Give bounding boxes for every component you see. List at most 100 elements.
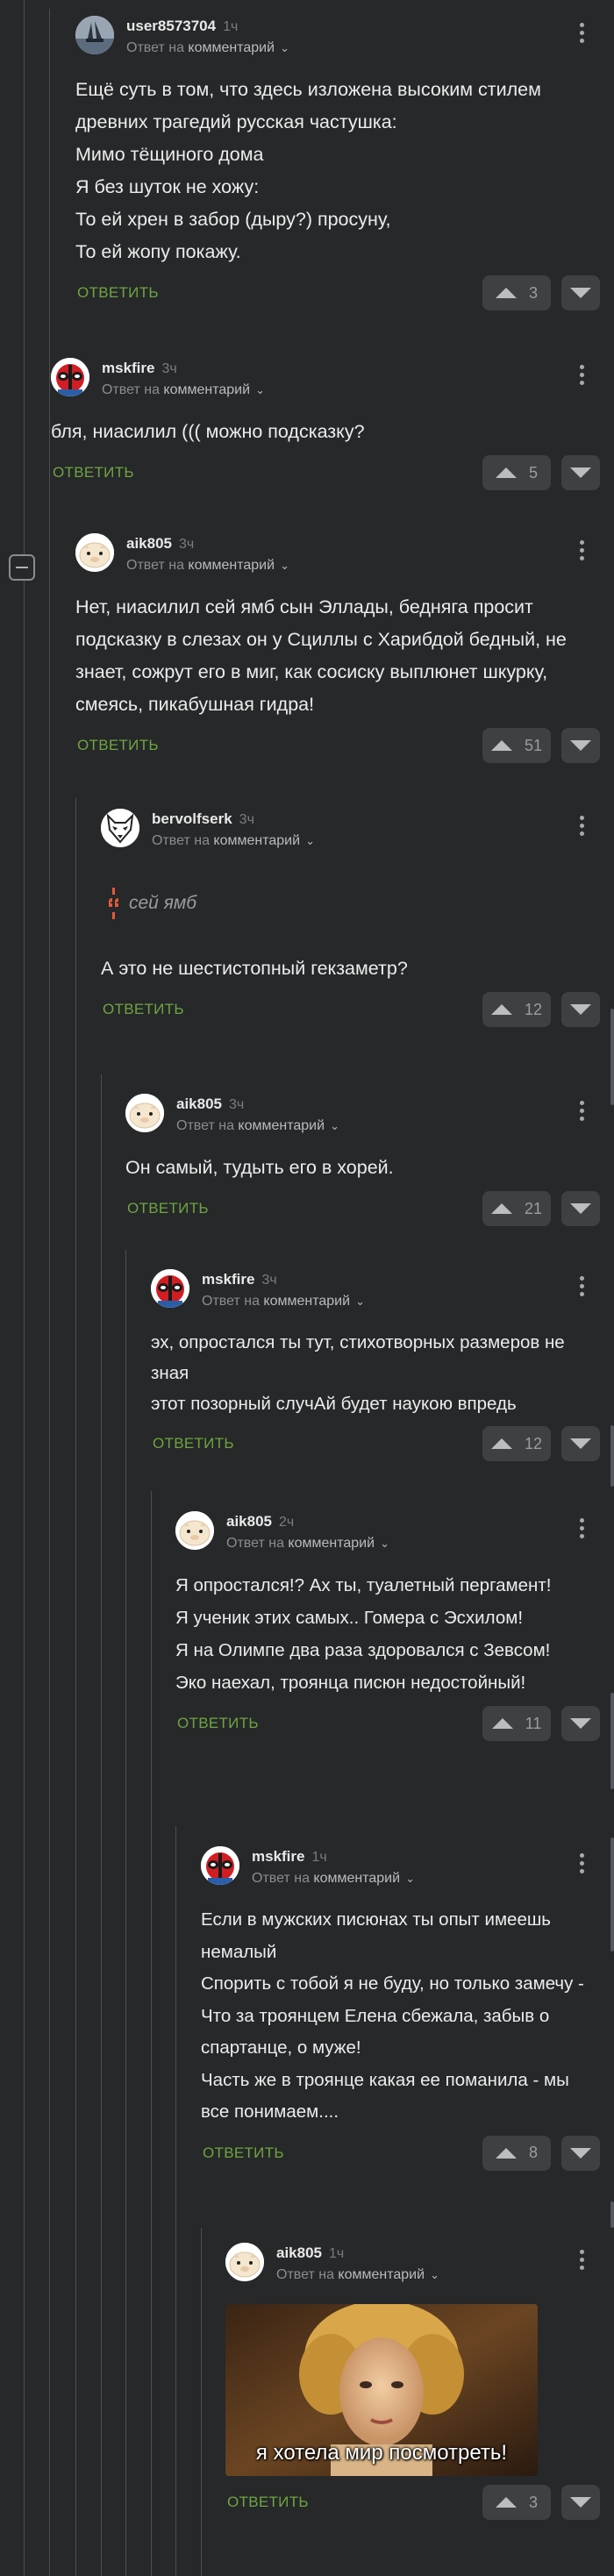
thread-line: [24, 0, 25, 2576]
arrow-down-icon: [570, 2497, 591, 2508]
reply-button[interactable]: ОТВЕТИТЬ: [77, 737, 159, 754]
downvote-button[interactable]: [561, 1426, 600, 1461]
arrow-up-icon: [490, 1203, 512, 1214]
upvote-button[interactable]: 5: [482, 455, 551, 490]
reply-button[interactable]: ОТВЕТИТЬ: [177, 1715, 259, 1732]
more-options-icon[interactable]: [579, 540, 584, 560]
scrollbar[interactable]: [610, 1425, 614, 1487]
reply-button[interactable]: ОТВЕТИТЬ: [153, 1435, 234, 1452]
more-options-icon[interactable]: [579, 1101, 584, 1121]
comment: aik805 2ч Ответ на комментарий ⌄ Я опроста…: [175, 1511, 600, 1743]
comment-text: А это не шестистопный гекзаметр?: [101, 958, 408, 979]
upvote-button[interactable]: 21: [482, 1191, 551, 1226]
timestamp: 3ч: [179, 537, 195, 552]
avatar[interactable]: [175, 1511, 214, 1550]
avatar[interactable]: [225, 2243, 264, 2281]
downvote-button[interactable]: [561, 728, 600, 763]
username[interactable]: aik805 1ч: [276, 2244, 344, 2262]
downvote-button[interactable]: [561, 2485, 600, 2520]
reply-button[interactable]: ОТВЕТИТЬ: [203, 2144, 284, 2162]
scrollbar[interactable]: [610, 1693, 614, 1789]
more-options-icon[interactable]: [579, 1518, 584, 1538]
comment: mskfire 3ч Ответ на комментарий ⌄ бля, ниа…: [51, 358, 600, 492]
arrow-down-icon: [570, 1718, 591, 1729]
downvote-button[interactable]: [561, 455, 600, 490]
reply-button[interactable]: ОТВЕТИТЬ: [227, 2494, 309, 2511]
reply-to[interactable]: Ответ на комментарий ⌄: [276, 2267, 439, 2283]
downvote-button[interactable]: [561, 1706, 600, 1741]
chevron-down-icon: ⌄: [380, 1537, 389, 1550]
more-options-icon[interactable]: [579, 1276, 584, 1296]
arrow-up-icon: [491, 1718, 513, 1729]
reply-button[interactable]: ОТВЕТИТЬ: [127, 1200, 209, 1217]
avatar[interactable]: [51, 358, 89, 396]
reply-to[interactable]: Ответ на комментарий ⌄: [226, 1536, 389, 1552]
scrollbar[interactable]: [610, 1837, 614, 1952]
arrow-up-icon: [495, 467, 517, 478]
timestamp: 3ч: [239, 812, 254, 827]
more-options-icon[interactable]: [579, 816, 584, 836]
scrollbar[interactable]: [610, 1009, 614, 1105]
username[interactable]: bervolfserk 3ч: [152, 810, 254, 828]
avatar[interactable]: [75, 533, 114, 572]
thread-line: [175, 1826, 176, 2576]
more-options-icon[interactable]: [579, 2250, 584, 2270]
avatar[interactable]: [75, 16, 114, 54]
username[interactable]: mskfire 3ч: [102, 360, 177, 377]
reply-button[interactable]: ОТВЕТИТЬ: [77, 284, 159, 302]
reply-to[interactable]: Ответ на комментарий ⌄: [102, 382, 265, 398]
comment: user8573704 1ч Ответ на комментарий ⌄ Ещё …: [75, 16, 600, 312]
upvote-button[interactable]: 3: [482, 2485, 551, 2520]
downvote-button[interactable]: [561, 2135, 600, 2171]
scrollbar[interactable]: [610, 2201, 614, 2228]
comment-text: Я опростался!? Ах ты, туалетный пергамен…: [175, 1575, 552, 1693]
username[interactable]: aik805 3ч: [176, 1095, 244, 1113]
avatar[interactable]: [101, 809, 139, 847]
downvote-button[interactable]: [561, 1191, 600, 1226]
reply-button[interactable]: ОТВЕТИТЬ: [53, 464, 134, 482]
avatar[interactable]: [151, 1269, 189, 1308]
upvote-button[interactable]: 8: [482, 2135, 551, 2171]
username[interactable]: mskfire 3ч: [202, 1271, 277, 1288]
username[interactable]: user8573704 1ч: [126, 18, 238, 35]
username[interactable]: aik805 3ч: [126, 535, 194, 553]
avatar[interactable]: [201, 1846, 239, 1885]
more-options-icon[interactable]: [579, 1853, 584, 1873]
timestamp: 1ч: [311, 1850, 327, 1865]
username[interactable]: mskfire 1ч: [252, 1848, 327, 1866]
arrow-up-icon: [495, 2147, 517, 2159]
upvote-button[interactable]: 12: [482, 992, 551, 1027]
reply-to[interactable]: Ответ на комментарий ⌄: [252, 1871, 415, 1887]
avatar[interactable]: [125, 1094, 164, 1132]
reply-to[interactable]: Ответ на комментарий ⌄: [126, 40, 289, 56]
meme-image[interactable]: я хотела мир посмотреть!: [225, 2304, 538, 2476]
reply-to[interactable]: Ответ на комментарий ⌄: [202, 1294, 365, 1309]
username[interactable]: aik805 2ч: [226, 1513, 294, 1531]
upvote-button[interactable]: 11: [482, 1706, 551, 1741]
comment-text: бля, ниасилил ((( можно подсказку?: [51, 421, 365, 442]
chevron-down-icon: ⌄: [330, 1119, 339, 1132]
comment: bervolfserk 3ч Ответ на комментарий ⌄ сей …: [101, 809, 600, 1029]
thread-line: [151, 1491, 152, 2576]
collapse-thread-button[interactable]: [9, 554, 35, 581]
reply-to[interactable]: Ответ на комментарий ⌄: [152, 833, 315, 849]
comment-text: Ещё суть в том, что здесь изложена высок…: [75, 79, 541, 262]
upvote-button[interactable]: 12: [482, 1426, 551, 1461]
thread-line: [75, 798, 76, 2576]
reply-to[interactable]: Ответ на комментарий ⌄: [126, 558, 289, 574]
chevron-down-icon: ⌄: [430, 2268, 439, 2281]
downvote-button[interactable]: [561, 275, 600, 310]
thread-line: [49, 9, 50, 2576]
downvote-button[interactable]: [561, 992, 600, 1027]
upvote-button[interactable]: 3: [482, 275, 551, 310]
upvote-button[interactable]: 51: [482, 728, 551, 763]
more-options-icon[interactable]: [579, 23, 584, 43]
rating: 11: [525, 1714, 542, 1732]
rating: 3: [528, 283, 538, 302]
comment: aik805 1ч Ответ на комментарий ⌄ я хотел…: [225, 2243, 600, 2522]
more-options-icon[interactable]: [579, 365, 584, 385]
reply-to[interactable]: Ответ на комментарий ⌄: [176, 1118, 339, 1134]
comment-text: эх, опростался ты тут, стихотворных разм…: [151, 1332, 565, 1414]
reply-button[interactable]: ОТВЕТИТЬ: [103, 1001, 184, 1018]
comment-text: Если в мужских писюнах ты опыт имеешь не…: [201, 1909, 584, 2122]
